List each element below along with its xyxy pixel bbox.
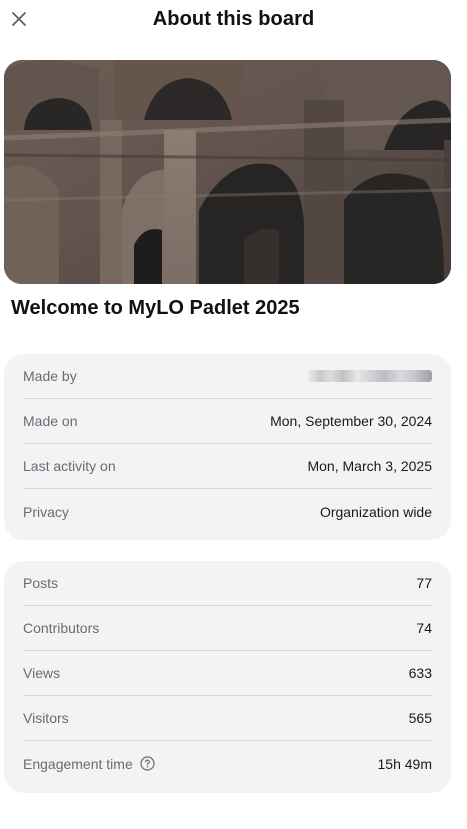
privacy-row: Privacy Organization wide <box>23 489 432 534</box>
board-stats-card: Posts 77 Contributors 74 Views 633 Visit… <box>4 561 451 793</box>
posts-row: Posts 77 <box>23 561 432 606</box>
made-by-row: Made by <box>23 354 432 399</box>
board-title: Welcome to MyLO Padlet 2025 <box>11 297 300 319</box>
contributors-label: Contributors <box>23 620 100 636</box>
visitors-label: Visitors <box>23 710 69 726</box>
last-activity-label: Last activity on <box>23 458 116 474</box>
views-label: Views <box>23 665 61 681</box>
made-by-value-redacted[interactable] <box>302 369 432 383</box>
engagement-time-label-group: Engagement time <box>23 756 155 772</box>
views-row: Views 633 <box>23 651 432 696</box>
board-cover-image <box>4 60 451 284</box>
privacy-label: Privacy <box>23 503 69 520</box>
dialog-title: About this board <box>152 8 315 30</box>
engagement-time-label: Engagement time <box>23 755 133 772</box>
last-activity-value: Mon, March 3, 2025 <box>307 458 432 474</box>
question-circle-icon[interactable] <box>140 756 155 771</box>
contributors-value: 74 <box>416 620 432 636</box>
engagement-time-value: 15h 49m <box>377 755 432 772</box>
posts-value: 77 <box>416 575 432 591</box>
last-activity-row: Last activity on Mon, March 3, 2025 <box>23 444 432 489</box>
board-info-card: Made by Made on Mon, September 30, 2024 … <box>4 354 451 540</box>
posts-label: Posts <box>23 575 59 591</box>
colosseum-image <box>4 60 451 284</box>
engagement-time-row: Engagement time 15h 49m <box>23 741 432 786</box>
made-on-value: Mon, September 30, 2024 <box>270 413 432 429</box>
made-on-row: Made on Mon, September 30, 2024 <box>23 399 432 444</box>
visitors-value: 565 <box>408 710 432 726</box>
made-by-label: Made by <box>23 368 77 384</box>
made-on-label: Made on <box>23 413 78 429</box>
dialog-header: About this board <box>0 0 467 40</box>
views-value: 633 <box>408 665 432 681</box>
contributors-row: Contributors 74 <box>23 606 432 651</box>
visitors-row: Visitors 565 <box>23 696 432 741</box>
privacy-value: Organization wide <box>319 503 432 520</box>
